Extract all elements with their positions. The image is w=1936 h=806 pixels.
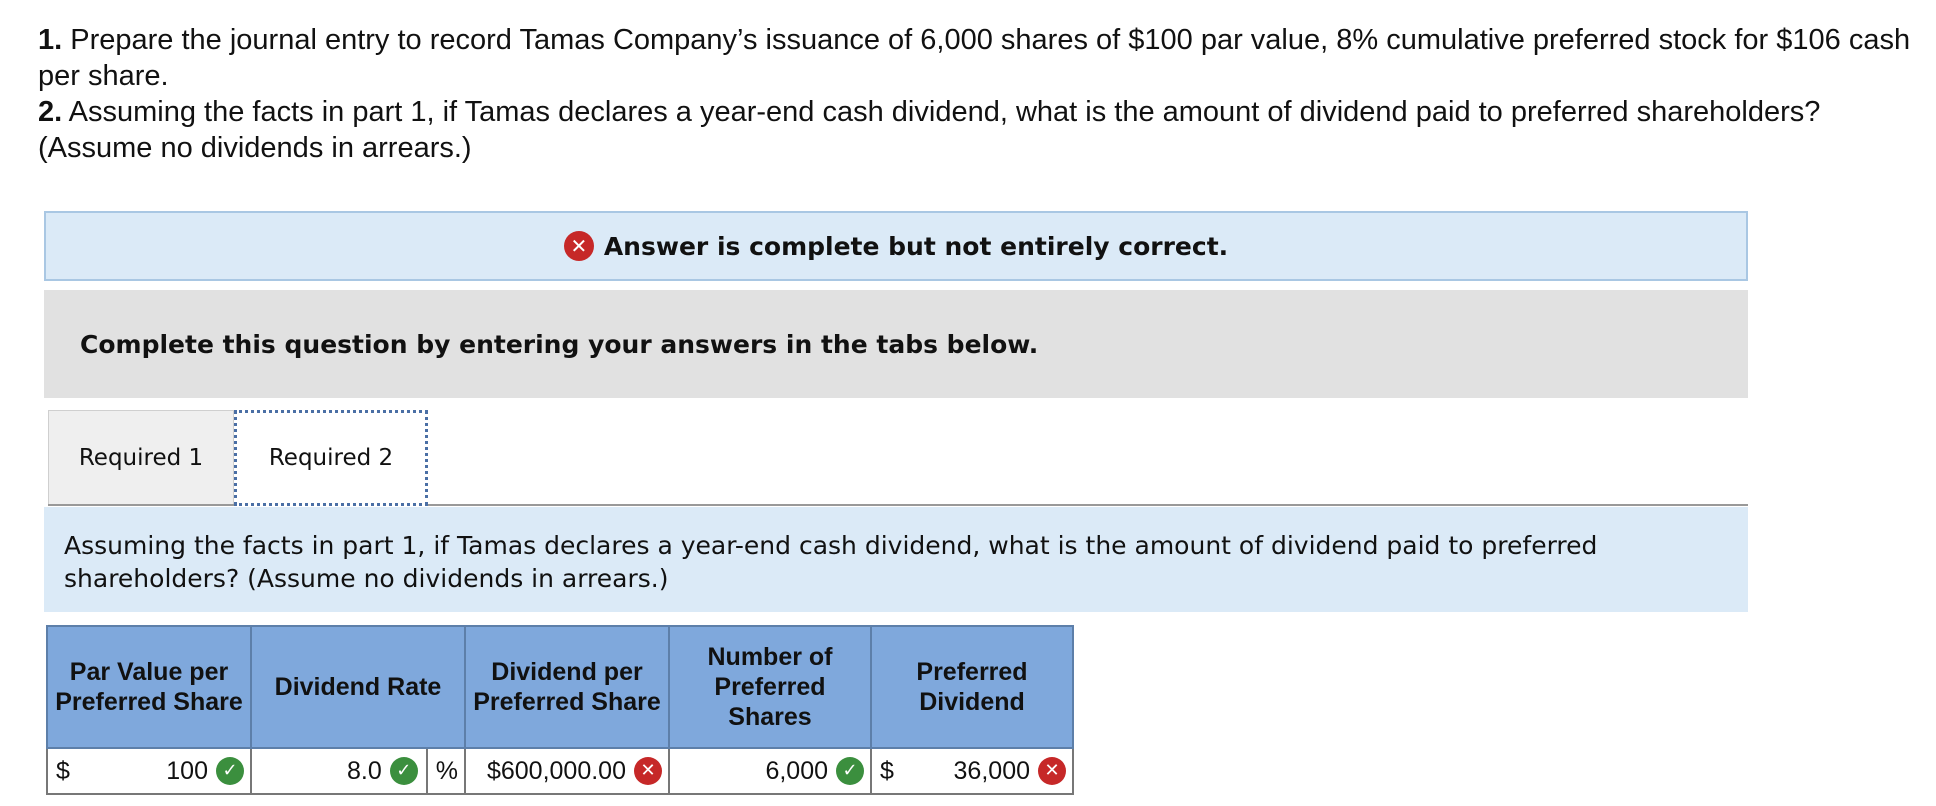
header-number-of-shares: Number of Preferred Shares [668, 625, 872, 749]
tab-required-2-label: Required 2 [268, 445, 394, 471]
dividend-per-share-cell: $600,000.00 ✕ [464, 747, 670, 795]
x-circle-icon: ✕ [634, 757, 662, 785]
header-preferred-dividend: Preferred Dividend [870, 625, 1074, 749]
x-circle-icon: ✕ [1038, 757, 1066, 785]
par-currency-symbol: $ [56, 756, 70, 785]
tab-required-2[interactable]: Required 2 [234, 410, 428, 506]
question-part-2: 2. Assuming the facts in part 1, if Tama… [38, 94, 1918, 166]
instruction-text: Complete this question by entering your … [80, 329, 1039, 359]
question-text: 1. Prepare the journal entry to record T… [38, 22, 1918, 166]
check-circle-icon: ✓ [216, 757, 244, 785]
header-par-value: Par Value per Preferred Share [46, 625, 252, 749]
header-dividend-per-share: Dividend per Preferred Share [464, 625, 670, 749]
dividend-currency-symbol: $ [880, 756, 894, 785]
tab-required-1-label: Required 1 [78, 444, 204, 471]
dividend-rate-cell: 8.0 ✓ % [250, 747, 466, 795]
par-value-cell: $ 100 ✓ [46, 747, 252, 795]
tab-required-1[interactable]: Required 1 [48, 410, 234, 504]
answer-status-banner: ✕ Answer is complete but not entirely co… [44, 211, 1748, 281]
required-2-prompt: Assuming the facts in part 1, if Tamas d… [44, 507, 1748, 612]
number-of-shares-cell: 6,000 ✓ [668, 747, 872, 795]
dividend-calculation-table: Par Value per Preferred Share Dividend R… [46, 625, 1074, 795]
check-circle-icon: ✓ [389, 757, 418, 785]
check-circle-icon: ✓ [836, 757, 864, 785]
percent-symbol: % [435, 756, 458, 785]
number-of-shares-input[interactable]: 6,000 [676, 757, 836, 786]
tab-bar: Required 1 Required 2 [48, 410, 1748, 506]
instruction-panel: Complete this question by entering your … [44, 290, 1748, 398]
answer-status-message: Answer is complete but not entirely corr… [603, 231, 1229, 261]
preferred-dividend-input[interactable]: 36,000 [894, 757, 1038, 786]
part-1-number: 1. [38, 24, 63, 56]
x-circle-icon: ✕ [563, 231, 594, 261]
header-dividend-rate: Dividend Rate [250, 625, 466, 749]
part-1-text: Prepare the journal entry to record Tama… [38, 24, 1911, 92]
part-2-text: Assuming the facts in part 1, if Tamas d… [38, 96, 1821, 164]
table-header-row: Par Value per Preferred Share Dividend R… [46, 625, 1074, 749]
dividend-rate-input[interactable]: 8.0 [258, 757, 390, 786]
table-row: $ 100 ✓ 8.0 ✓ % $600,000.00 ✕ 6,000 ✓ $ … [46, 747, 1074, 795]
part-2-number: 2. [38, 96, 63, 128]
required-2-prompt-text: Assuming the facts in part 1, if Tamas d… [64, 531, 1598, 593]
question-part-1: 1. Prepare the journal entry to record T… [38, 22, 1918, 94]
par-value-input[interactable]: 100 [70, 757, 216, 786]
dividend-per-share-input[interactable]: $600,000.00 [472, 757, 634, 786]
preferred-dividend-cell: $ 36,000 ✕ [870, 747, 1074, 795]
